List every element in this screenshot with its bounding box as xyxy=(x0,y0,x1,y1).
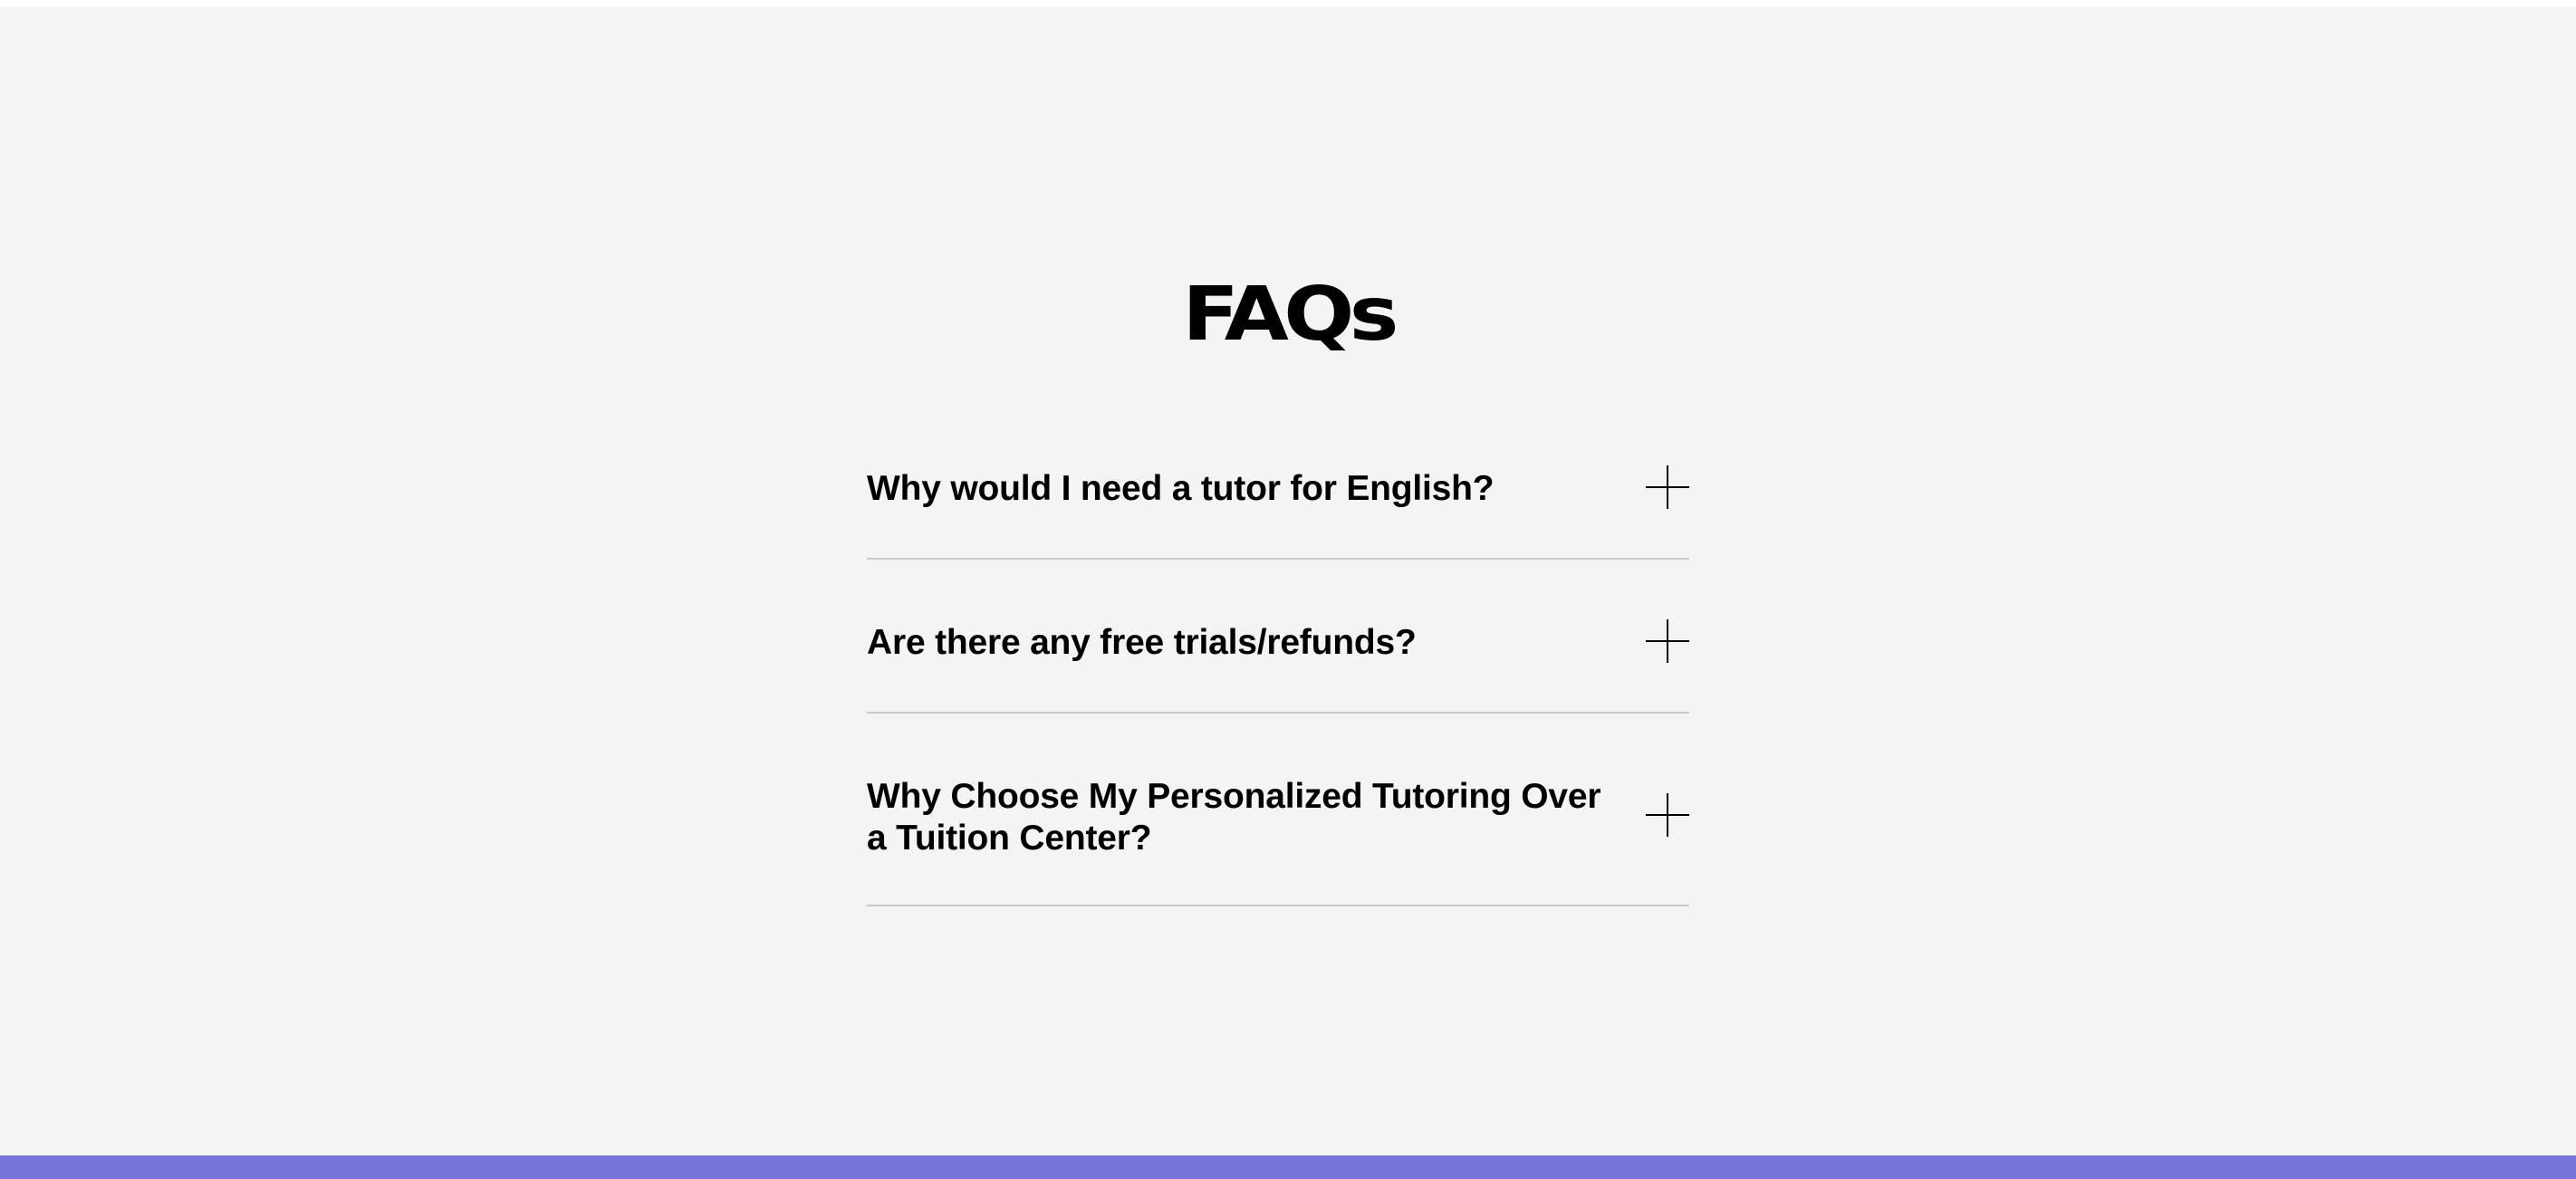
plus-icon[interactable] xyxy=(1646,793,1689,837)
top-strip xyxy=(0,0,2576,7)
faq-section: FAQs Why would I need a tutor for Englis… xyxy=(0,7,2576,1155)
faq-item-tutor-for-english[interactable]: Why would I need a tutor for English? xyxy=(867,424,1689,560)
footer-band xyxy=(0,1155,2576,1179)
faq-item-personalized-tutoring[interactable]: Why Choose My Personalized Tutoring Over… xyxy=(867,732,1689,906)
plus-icon[interactable] xyxy=(1646,465,1689,509)
faq-item-free-trials-refunds[interactable]: Are there any free trials/refunds? xyxy=(867,578,1689,714)
faq-question: Why Choose My Personalized Tutoring Over… xyxy=(867,777,1601,858)
faq-question: Why would I need a tutor for English? xyxy=(867,469,1495,508)
faq-list: Why would I need a tutor for English? Ar… xyxy=(867,7,1689,1155)
plus-icon[interactable] xyxy=(1646,619,1689,663)
faq-question: Are there any free trials/refunds? xyxy=(867,623,1417,662)
